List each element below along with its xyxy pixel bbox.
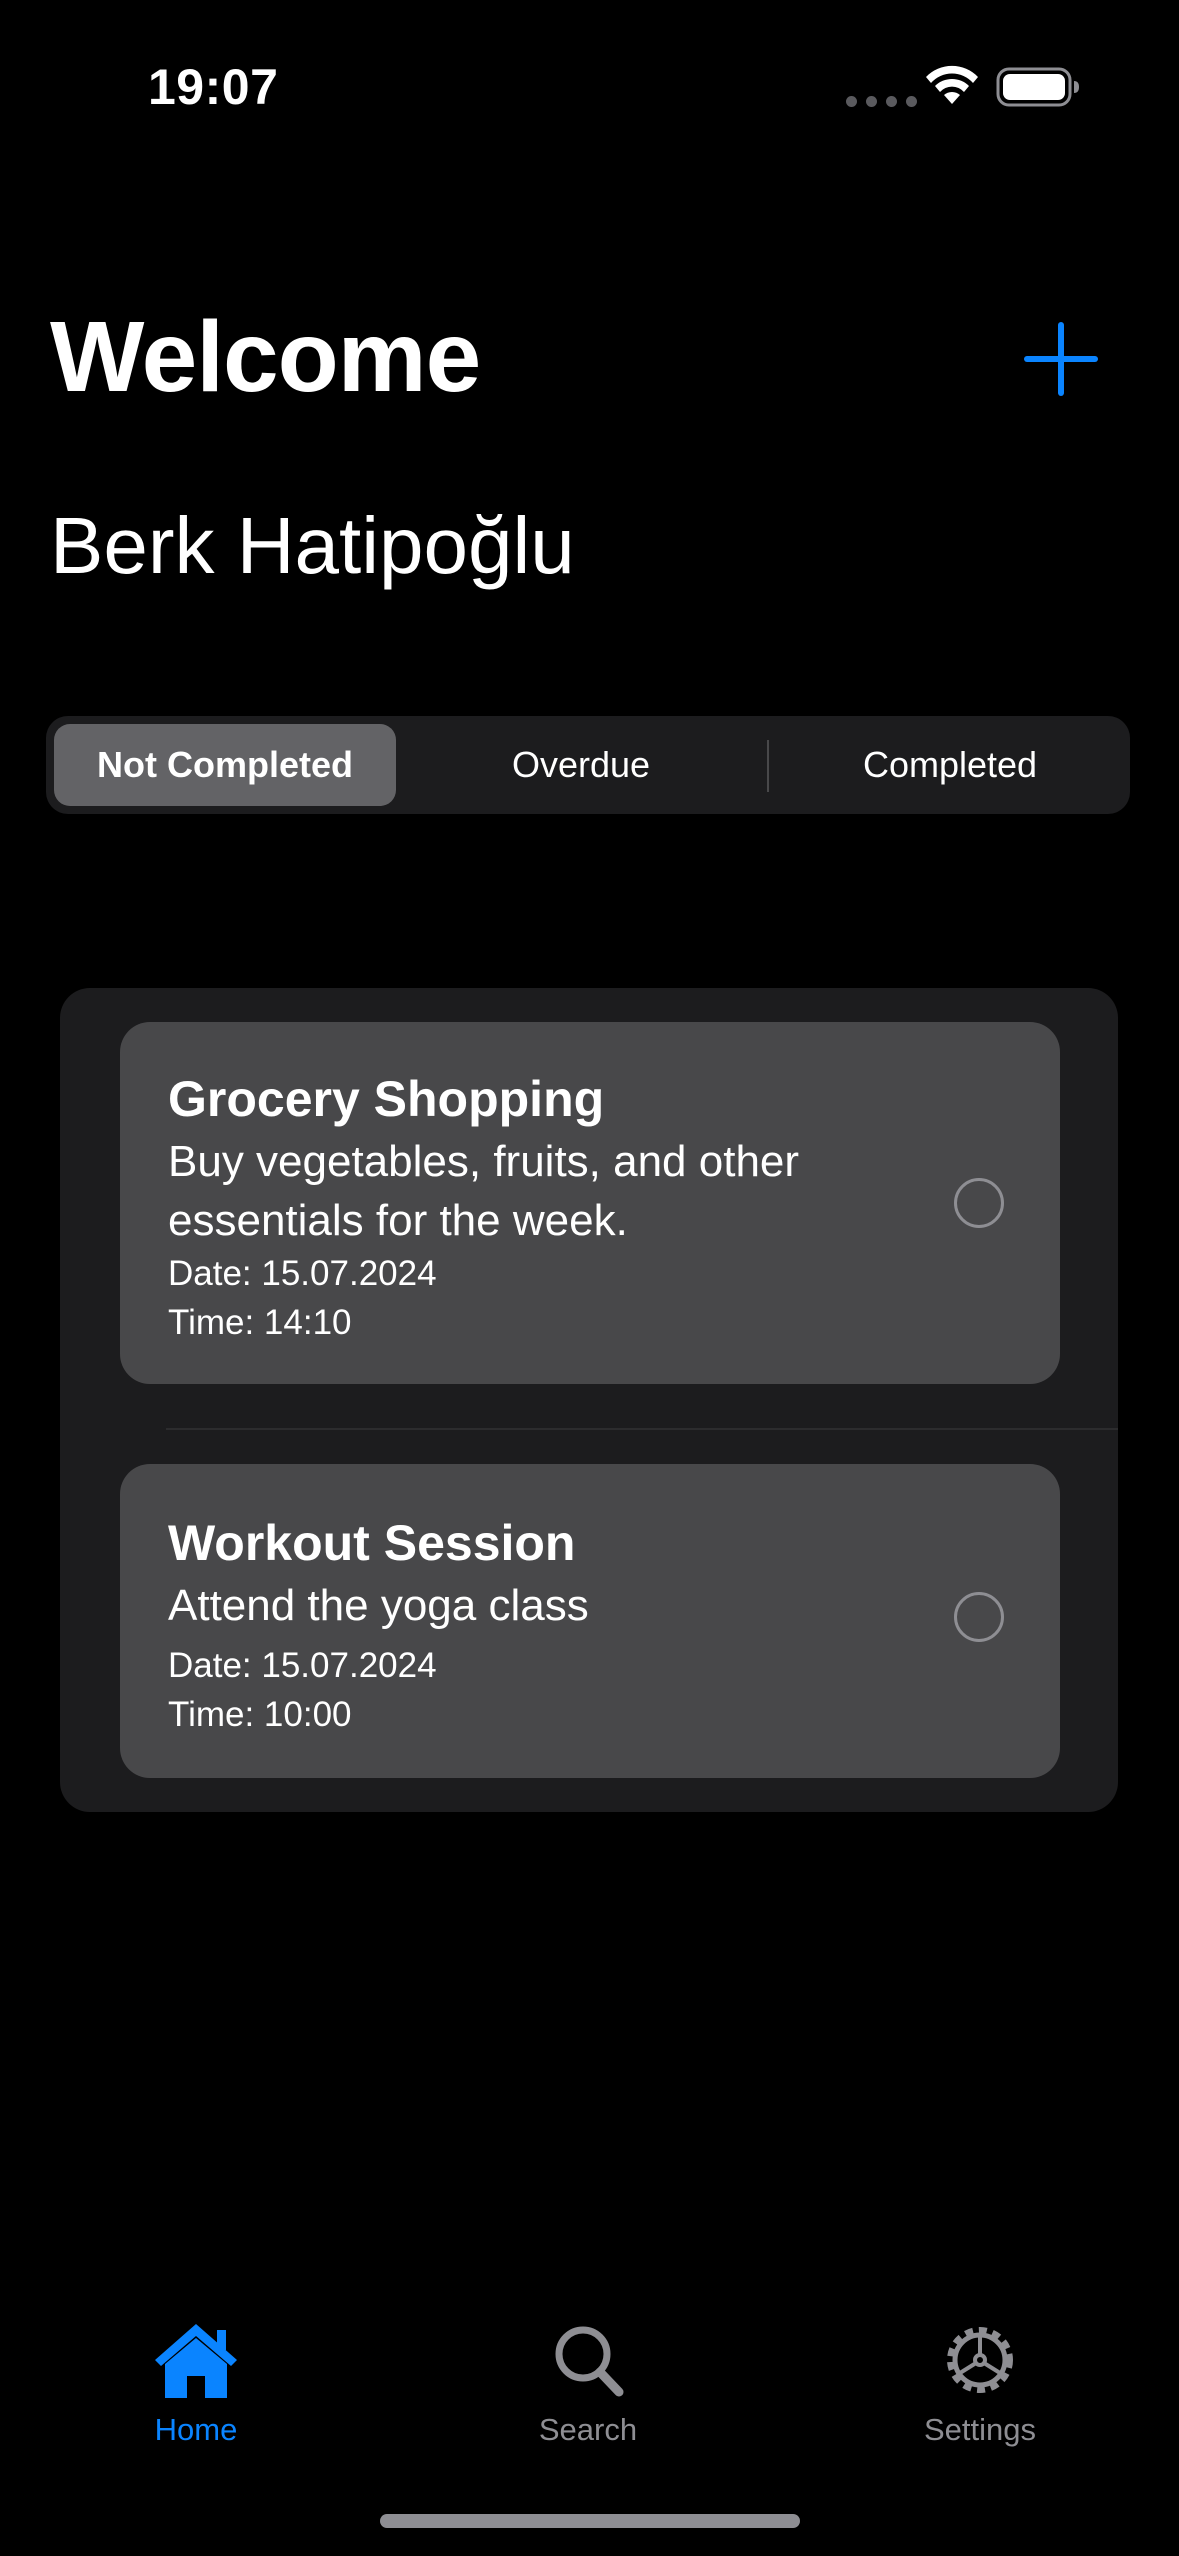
wifi-icon — [926, 65, 978, 104]
tab-label: Settings — [923, 2412, 1036, 2447]
task-date: Date: 15.07.2024 — [168, 1646, 437, 1685]
page-title: Welcome — [50, 301, 481, 413]
row-separator — [166, 1428, 1118, 1430]
task-title: Workout Session — [168, 1515, 576, 1571]
task-title: Grocery Shopping — [168, 1071, 605, 1127]
segment-not-completed[interactable]: Not Completed — [54, 724, 396, 806]
task-complete-toggle[interactable] — [954, 1178, 1004, 1228]
tab-settings[interactable]: Settings — [880, 2320, 1080, 2448]
status-time: 19:07 — [148, 59, 279, 115]
plus-icon — [1024, 322, 1098, 396]
add-task-button[interactable] — [1018, 316, 1104, 402]
tab-label: Search — [538, 2412, 638, 2447]
user-name: Berk Hatipoğlu — [50, 501, 575, 590]
tab-label: Home — [154, 2412, 238, 2447]
tab-search[interactable]: Search — [488, 2320, 688, 2448]
segment-overdue[interactable]: Overdue — [406, 724, 756, 806]
battery-full-icon — [996, 67, 1079, 107]
task-list: Grocery Shopping Buy vegetables, fruits,… — [60, 988, 1118, 1812]
cellular-dots-icon — [846, 96, 917, 107]
house-icon — [155, 2324, 237, 2398]
gear-icon — [947, 2327, 1013, 2393]
task-card-grocery[interactable]: Grocery Shopping Buy vegetables, fruits,… — [120, 1022, 1060, 1384]
segment-completed[interactable]: Completed — [778, 724, 1122, 806]
magnifier-icon — [555, 2326, 624, 2397]
task-filter-segmented-control: Not Completed Overdue Completed — [46, 716, 1130, 814]
task-description: Buy vegetables, fruits, and other essent… — [168, 1137, 800, 1245]
task-time: Time: 10:00 — [168, 1695, 352, 1734]
task-description: Attend the yoga class — [168, 1581, 589, 1630]
task-card-workout[interactable]: Workout Session Attend the yoga class Da… — [120, 1464, 1060, 1778]
segment-divider — [767, 740, 769, 792]
task-time: Time: 14:10 — [168, 1303, 352, 1342]
tab-home[interactable]: Home — [96, 2320, 296, 2448]
task-date: Date: 15.07.2024 — [168, 1254, 437, 1293]
task-complete-toggle[interactable] — [954, 1592, 1004, 1642]
home-indicator[interactable] — [380, 2514, 800, 2528]
